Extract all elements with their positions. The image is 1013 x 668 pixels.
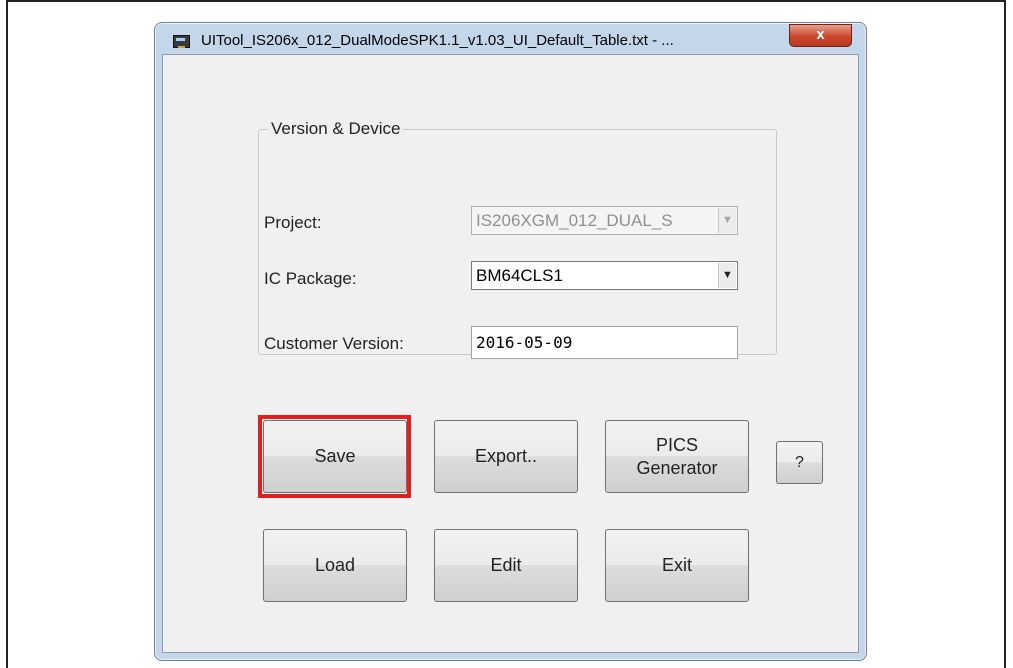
customer-version-label: Customer Version: [264, 334, 404, 353]
project-value: IS206XGM_012_DUAL_S [476, 211, 673, 230]
project-select: IS206XGM_012_DUAL_S ▼ [471, 206, 738, 235]
close-button[interactable]: x [789, 24, 852, 47]
customer-version-field[interactable]: 2016-05-09 [471, 326, 738, 359]
chevron-down-icon: ▼ [718, 208, 736, 233]
help-button[interactable]: ? [776, 441, 823, 484]
version-device-group: Version & Device Project: IS206XGM_012_D… [258, 119, 777, 359]
title-bar[interactable]: UITool_IS206x_012_DualModeSPK1.1_v1.03_U… [155, 23, 866, 53]
app-icon [173, 35, 190, 48]
project-label: Project: [264, 213, 322, 232]
load-button[interactable]: Load [263, 529, 407, 602]
pics-generator-button[interactable]: PICS Generator [605, 420, 749, 493]
ic-package-label: IC Package: [264, 269, 357, 288]
pics-label-line2: Generator [636, 457, 718, 478]
exit-button[interactable]: Exit [605, 529, 749, 602]
close-icon: x [816, 26, 825, 43]
uitool-window: UITool_IS206x_012_DualModeSPK1.1_v1.03_U… [154, 22, 867, 661]
window-title: UITool_IS206x_012_DualModeSPK1.1_v1.03_U… [201, 32, 674, 49]
ic-package-select[interactable]: BM64CLS1 ▼ [471, 261, 738, 290]
pics-label-line1: PICS [655, 434, 698, 455]
ic-package-value: BM64CLS1 [476, 266, 563, 285]
export-button[interactable]: Export.. [434, 420, 578, 493]
dialog-client-area: Version & Device Project: IS206XGM_012_D… [162, 54, 859, 653]
chevron-down-icon[interactable]: ▼ [718, 263, 736, 288]
save-highlight-box [258, 415, 411, 498]
edit-button[interactable]: Edit [434, 529, 578, 602]
group-title: Version & Device [268, 119, 404, 139]
